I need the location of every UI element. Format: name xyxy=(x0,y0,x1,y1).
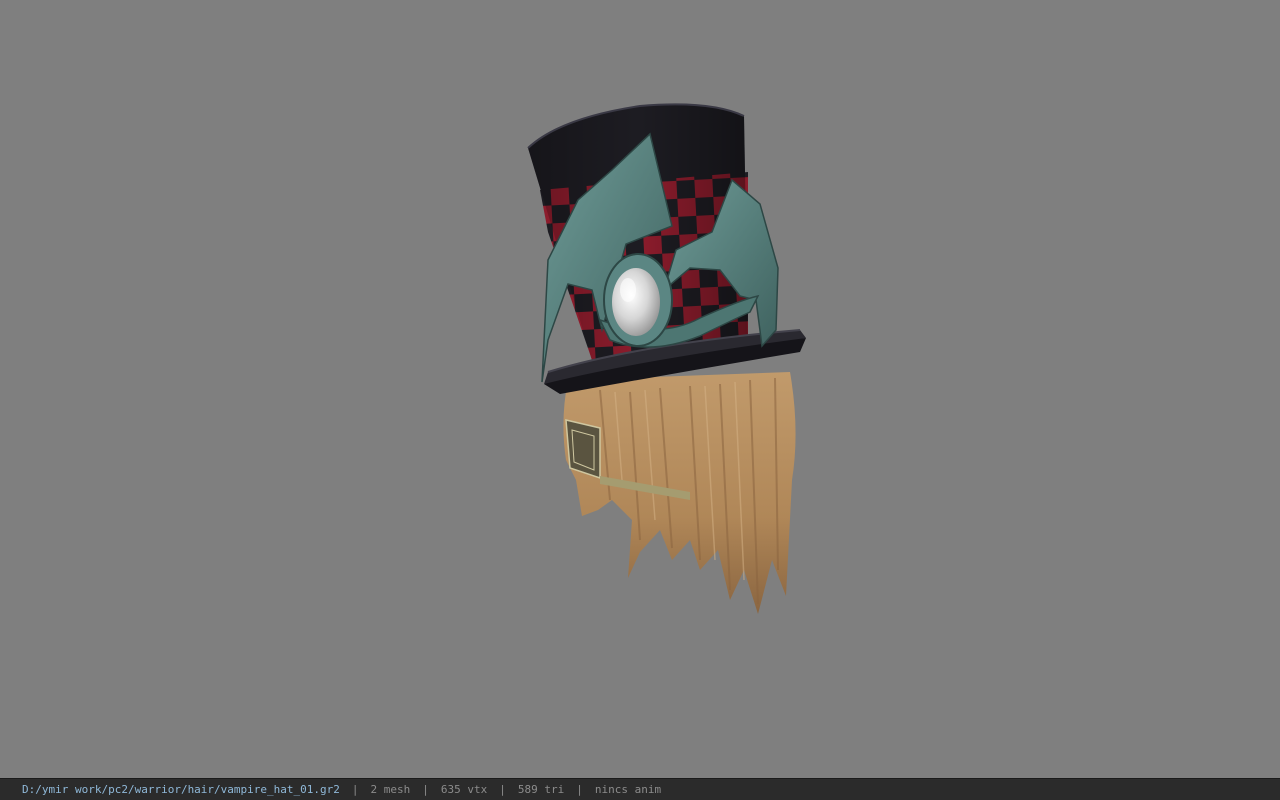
mesh-count: 2 mesh xyxy=(370,783,411,796)
gem xyxy=(603,253,673,347)
animation-status: nincs anim xyxy=(594,783,662,796)
file-path: D:/ymir work/pc2/warrior/hair/vampire_ha… xyxy=(22,783,340,796)
model-render xyxy=(527,103,806,614)
separator: | xyxy=(422,783,429,796)
triangle-count: 589 tri xyxy=(517,783,565,796)
3d-viewport[interactable] xyxy=(0,0,1280,778)
separator: | xyxy=(351,783,359,796)
separator: | xyxy=(499,783,506,796)
separator: | xyxy=(576,783,583,796)
vertex-count: 635 vtx xyxy=(440,783,488,796)
status-bar: D:/ymir work/pc2/warrior/hair/vampire_ha… xyxy=(0,778,1280,800)
